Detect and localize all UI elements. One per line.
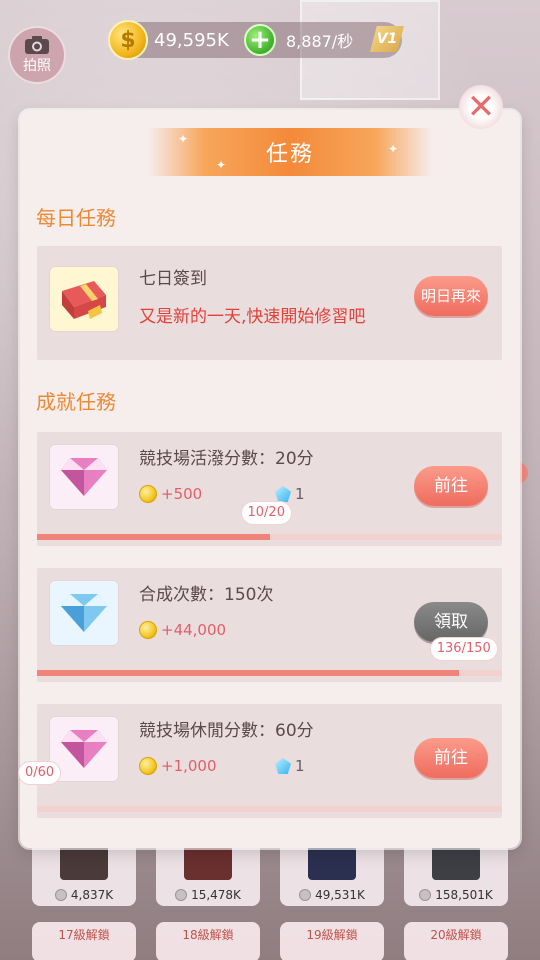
achievement-icon-box: [49, 444, 119, 510]
gem-reward-amount: 1: [295, 485, 305, 503]
gem-reward-amount: 1: [295, 757, 305, 775]
level-unlock-label: 17級解鎖: [32, 922, 136, 960]
dialog-title: 任務: [265, 142, 314, 167]
add-coins-button[interactable]: +: [244, 24, 276, 56]
coin-reward-amount: +44,000: [161, 621, 227, 639]
progress-label: 136/150: [430, 638, 497, 660]
coin-icon: [139, 621, 157, 639]
close-icon: ✕: [466, 87, 496, 127]
progress-bar: [37, 670, 502, 676]
go-button[interactable]: 前往: [414, 738, 488, 778]
coin-reward: +1,000: [139, 757, 217, 775]
gift-box-icon: [62, 281, 106, 319]
close-button[interactable]: ✕: [450, 82, 512, 132]
achievement-card: 競技場活潑分數：20分 +500 1 前往 10/20: [37, 432, 502, 546]
gem-reward: 1: [275, 485, 305, 503]
coin-reward-amount: +500: [161, 485, 203, 503]
daily-tasks-heading: 每日任務: [36, 206, 116, 230]
level-unlock-label: 18級解鎖: [156, 922, 260, 960]
coin-icon: [175, 889, 188, 901]
achievement-title: 競技場休閒分數：60分: [139, 721, 314, 741]
shop-item-price: 49,531K: [315, 888, 365, 902]
sparkle-icon: ✦: [178, 132, 189, 146]
progress-fill: [37, 670, 459, 676]
shop-item-price: 15,478K: [191, 888, 241, 902]
camera-button[interactable]: 拍照: [8, 26, 66, 84]
daily-task-card: 七日簽到 又是新的一天,快速開始修習吧 明日再來: [37, 246, 502, 360]
achievement-card: 競技場休閒分數：60分 +1,000 1 前往 0/60: [19, 704, 502, 818]
blue-diamond-icon: [61, 594, 107, 632]
income-rate: 8,887/秒: [286, 32, 354, 51]
camera-label: 拍照: [23, 58, 51, 74]
progress-fill: [37, 534, 270, 540]
gift-icon-box: [49, 266, 119, 332]
dialog-title-ribbon: ✦ ✦ ✦ 任務: [148, 128, 432, 176]
currency-bar: $ 49,595K + 8,887/秒 V1: [108, 20, 404, 60]
achievement-title: 競技場活潑分數：20分: [139, 449, 314, 469]
coin-icon: [54, 889, 67, 901]
coin-reward-amount: +1,000: [161, 757, 217, 775]
shop-item-price: 158,501K: [435, 888, 493, 902]
coin-reward: +500: [139, 485, 202, 503]
shop-item-price-row: 4,837K: [32, 888, 136, 902]
gem-reward: 1: [275, 757, 305, 775]
sparkle-icon: ✦: [387, 142, 398, 156]
coin-icon: [139, 757, 157, 775]
sparkle-icon: ✦: [216, 158, 227, 172]
come-back-tomorrow-button[interactable]: 明日再來: [414, 276, 488, 316]
coin-icon: [139, 485, 157, 503]
claim-button[interactable]: 領取: [414, 602, 488, 642]
progress-bar: [37, 534, 502, 540]
coin-reward: +44,000: [139, 621, 226, 639]
progress-label: 10/20: [241, 502, 291, 524]
shop-unlock-row: 17級解鎖 18級解鎖 19級解鎖 20級解鎖: [0, 922, 540, 960]
level-unlock-label: 20級解鎖: [404, 922, 508, 960]
pink-diamond-icon: [61, 458, 107, 496]
achievement-card: 合成次數：150次 +44,000 領取 136/150: [37, 568, 502, 682]
level-unlock-label: 19級解鎖: [280, 922, 384, 960]
camera-icon: [25, 36, 49, 54]
coin-icon: $: [108, 20, 148, 60]
coin-icon: [419, 889, 432, 901]
achievement-title: 合成次數：150次: [139, 585, 274, 605]
gem-icon: [275, 758, 291, 774]
task-dialog: ✦ ✦ ✦ 任務 ✕ 每日任務 七日簽到 又是新的一天,快速開始修習吧 明日再來…: [19, 85, 520, 848]
achievement-icon-box: [49, 580, 119, 646]
pink-diamond-icon: [61, 730, 107, 768]
shop-item-price-row: 49,531K: [280, 888, 384, 902]
shop-item-price: 4,837K: [70, 888, 114, 902]
shop-item-price-row: 158,501K: [404, 888, 508, 902]
shop-item-price-row: 15,478K: [156, 888, 260, 902]
progress-bar: [37, 806, 502, 812]
coin-icon: [299, 889, 312, 901]
gem-icon: [275, 486, 291, 502]
coin-amount: 49,595K: [154, 29, 229, 51]
progress-label: 0/60: [19, 762, 61, 784]
daily-task-title: 七日簽到: [139, 269, 207, 289]
daily-task-subtitle: 又是新的一天,快速開始修習吧: [139, 307, 366, 327]
vip-badge[interactable]: V1: [370, 26, 404, 52]
achievement-tasks-heading: 成就任務: [36, 390, 116, 414]
go-button[interactable]: 前往: [414, 466, 488, 506]
